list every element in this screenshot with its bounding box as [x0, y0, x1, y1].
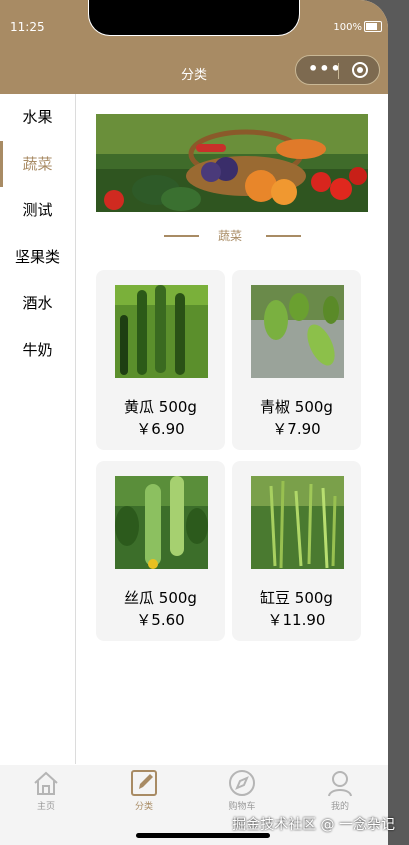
tab-profile[interactable]: 我的: [310, 769, 370, 812]
battery-percent: 100%: [333, 22, 362, 33]
sidebar-item-fruit[interactable]: 水果: [0, 94, 75, 141]
product-name: 缸豆 500g: [260, 589, 333, 607]
tab-category[interactable]: 分类: [114, 769, 174, 812]
section-title: 蔬菜: [217, 229, 242, 243]
product-card-cowpea[interactable]: 缸豆 500g ￥11.90: [232, 461, 361, 641]
tab-label: 分类: [134, 802, 153, 812]
product-price: ￥7.90: [272, 420, 321, 438]
product-name: 丝瓜 500g: [124, 589, 197, 607]
section-divider-left: [164, 235, 199, 237]
watermark: 掘金技术社区 @ 一念杂记: [232, 817, 395, 833]
sidebar-item-drinks[interactable]: 酒水: [0, 280, 75, 327]
capsule-divider: [338, 63, 339, 79]
product-price: ￥11.90: [267, 611, 326, 629]
product-image-cowpea: [251, 476, 344, 569]
sidebar-item-test[interactable]: 测试: [0, 187, 75, 234]
close-target-icon[interactable]: [352, 62, 368, 78]
home-icon: [34, 771, 58, 795]
product-image-green-pepper: [251, 285, 344, 378]
sidebar-item-vegetables[interactable]: 蔬菜: [0, 140, 75, 188]
tab-label: 购物车: [228, 802, 256, 812]
category-sidebar: 水果 蔬菜 测试 坚果类 酒水 牛奶: [0, 94, 76, 764]
product-price: ￥6.90: [136, 420, 185, 438]
notch: [88, 0, 300, 36]
compass-icon: [229, 770, 255, 796]
tab-label: 主页: [36, 802, 55, 812]
section-header: 蔬菜: [150, 227, 310, 244]
edit-icon: [131, 770, 157, 796]
product-image-cucumber: [115, 285, 208, 378]
tab-cart[interactable]: 购物车: [212, 769, 272, 812]
nav-bar: 分类 •••: [0, 52, 388, 94]
sidebar-item-nuts[interactable]: 坚果类: [0, 234, 75, 281]
category-banner-image: [96, 114, 368, 212]
product-card-green-pepper[interactable]: 青椒 500g ￥7.90: [232, 270, 361, 450]
tab-home[interactable]: 主页: [16, 769, 76, 812]
battery-icon: [364, 21, 382, 32]
product-card-cucumber[interactable]: 黄瓜 500g ￥6.90: [96, 270, 225, 450]
product-name: 青椒 500g: [260, 398, 333, 416]
phone-screen: 11:25 100% 分类 ••• 水果 蔬菜 测试 坚果类 酒水 牛奶 蔬菜 …: [0, 0, 388, 845]
tab-label: 我的: [330, 802, 349, 812]
user-icon: [328, 771, 352, 797]
product-price: ￥5.60: [136, 611, 185, 629]
mini-program-capsule: •••: [295, 55, 380, 85]
product-image-luffa: [115, 476, 208, 569]
product-name: 黄瓜 500g: [124, 398, 197, 416]
section-divider-right: [266, 235, 301, 237]
more-icon[interactable]: •••: [308, 61, 342, 77]
sidebar-item-milk[interactable]: 牛奶: [0, 327, 75, 374]
product-card-luffa[interactable]: 丝瓜 500g ￥5.60: [96, 461, 225, 641]
status-time: 11:25: [10, 20, 45, 34]
